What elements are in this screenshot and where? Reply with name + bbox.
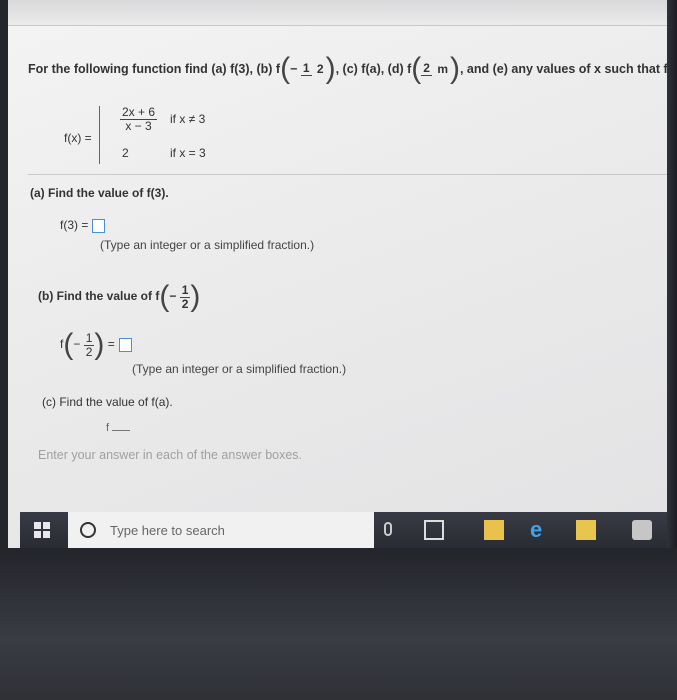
- answer-a-row: f(3) =: [60, 218, 106, 233]
- problem-part-e: , and (e) any values of x such that f(x)…: [459, 62, 677, 76]
- question-a-prompt: (a) Find the value of f(3).: [30, 186, 169, 200]
- section-divider: [28, 174, 668, 175]
- answer-b-sign: −: [73, 337, 81, 352]
- d-arg-numerator: 2: [421, 61, 432, 76]
- b-arg-numerator: 1: [300, 61, 312, 76]
- footer-instruction: Enter your answer in each of the answer …: [38, 448, 303, 462]
- case2-condition: if x = 3: [170, 146, 206, 160]
- question-b-numerator: 1: [179, 282, 191, 298]
- paren-open-icon: (: [280, 52, 291, 85]
- problem-statement: For the following function find (a) f(3)…: [28, 54, 677, 84]
- brace-icon: [99, 106, 103, 164]
- answer-b-hint: (Type an integer or a simplified fractio…: [132, 362, 347, 376]
- case1-numerator: 2x + 6: [120, 105, 158, 120]
- windows-start-icon[interactable]: [34, 522, 50, 538]
- d-arg-denominator: m: [437, 61, 448, 76]
- piecewise-function: f(x) = 2x + 6 x − 3 if x ≠ 3 2 if x = 3: [64, 106, 324, 164]
- answer-b-equals: =: [107, 337, 115, 352]
- case2-value: 2: [122, 146, 129, 160]
- problem-part-b: (b) f: [256, 62, 281, 76]
- case1-condition: if x ≠ 3: [170, 112, 206, 126]
- b-arg-fraction: 1 2: [300, 61, 326, 76]
- answer-a-hint: (Type an integer or a simplified fractio…: [100, 238, 315, 252]
- taskbar-search-input[interactable]: Type here to search: [110, 523, 225, 538]
- windows-taskbar: Type here to search e: [20, 512, 669, 548]
- answer-a-input[interactable]: [92, 218, 106, 233]
- fx-label: f(x) =: [64, 131, 92, 145]
- question-b-prompt: (b) Find the value of f: [38, 289, 160, 304]
- file-explorer-icon[interactable]: [484, 520, 504, 540]
- answer-c-row: f: [106, 422, 131, 434]
- b-arg-sign: −: [290, 62, 298, 76]
- question-c-prompt: (c) Find the value of f(a).: [42, 395, 173, 409]
- paren-close-icon: ): [325, 52, 336, 85]
- task-view-icon[interactable]: [424, 520, 444, 540]
- paren-open-icon: (: [63, 328, 74, 361]
- question-b-prompt-row: (b) Find the value of f(− 1 2 ): [38, 282, 200, 312]
- answer-b-fraction: 1 2: [83, 330, 95, 359]
- edge-browser-icon[interactable]: e: [530, 519, 550, 541]
- taskbar-search-box[interactable]: Type here to search: [68, 512, 374, 548]
- answer-b-row: f(− 1 2 ) =: [60, 330, 132, 360]
- paren-close-icon: ): [449, 52, 460, 85]
- answer-c-placeholder-line[interactable]: [112, 430, 131, 431]
- store-icon[interactable]: [576, 520, 596, 540]
- monitor-bezel-bottom: [0, 548, 677, 700]
- problem-part-c: , (c) f(a), (d) f: [335, 62, 412, 76]
- question-b-denominator: 2: [181, 296, 189, 311]
- paren-close-icon: ): [94, 328, 105, 361]
- screen: For the following function find (a) f(3)…: [8, 0, 677, 548]
- app-icon[interactable]: [632, 520, 652, 540]
- question-b-fraction: 1 2: [179, 282, 191, 311]
- paren-open-icon: (: [411, 52, 422, 85]
- answer-b-denominator: 2: [85, 344, 93, 359]
- paren-open-icon: (: [159, 280, 170, 313]
- problem-part-a: (a) f(3),: [211, 62, 253, 76]
- monitor-bezel-left: [0, 0, 8, 548]
- case1-fraction: 2x + 6 x − 3: [120, 105, 158, 133]
- d-arg-fraction: 2 m: [421, 62, 450, 76]
- answer-a-lhs: f(3) =: [60, 218, 89, 232]
- answer-b-input[interactable]: [118, 338, 132, 352]
- answer-c-lhs: f: [106, 422, 110, 434]
- case1-denominator: x − 3: [125, 119, 152, 133]
- window-top-bar: [8, 0, 677, 26]
- question-b-sign: −: [169, 289, 177, 304]
- monitor-bezel-right: [667, 0, 677, 548]
- answer-b-numerator: 1: [83, 330, 95, 346]
- microphone-icon[interactable]: [384, 522, 392, 536]
- search-icon: [80, 522, 96, 538]
- problem-intro: For the following function find: [28, 62, 208, 76]
- b-arg-denominator: 2: [316, 61, 324, 76]
- paren-close-icon: ): [190, 280, 201, 313]
